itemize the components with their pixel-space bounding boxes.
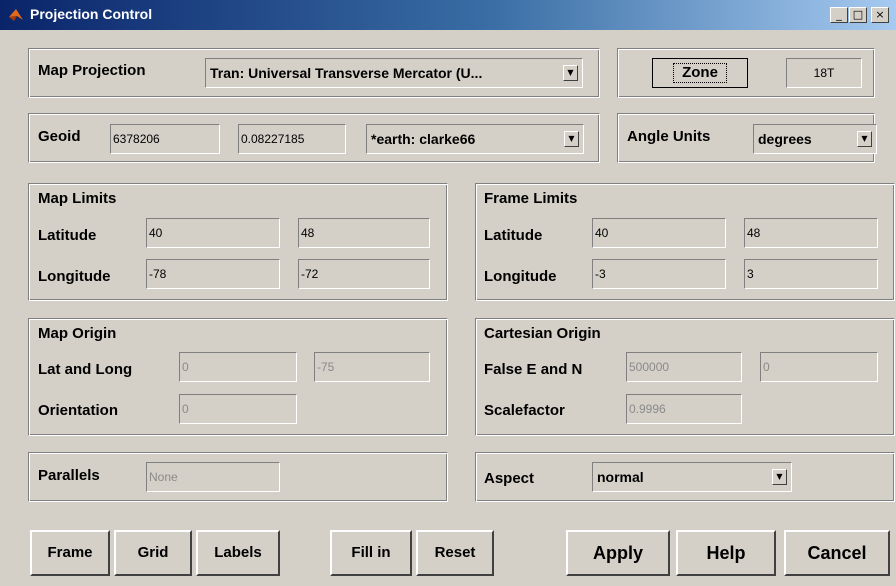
aspect-value: normal [597,469,644,485]
frame-longitude-label: Longitude [484,268,557,285]
zone-field[interactable]: 18T [786,58,862,88]
angle-units-label: Angle Units [627,128,711,145]
projection-control-window: Projection Control _ □ × Map Projection … [0,0,896,586]
zone-button-label: Zone [673,63,727,83]
close-button[interactable]: × [871,7,889,23]
map-latitude-label: Latitude [38,227,97,244]
geoid-eccentricity-field[interactable]: 0.08227185 [238,124,346,154]
dropdown-arrow-icon[interactable]: ▼ [772,469,787,485]
minimize-button[interactable]: _ [830,7,848,23]
cancel-button[interactable]: Cancel [784,530,890,576]
map-lat-min-field[interactable]: 40 [146,218,280,248]
fill-in-button[interactable]: Fill in [330,530,412,576]
scalefactor-field[interactable]: 0.9996 [626,394,742,424]
map-lat-max-field[interactable]: 48 [298,218,430,248]
orientation-field[interactable]: 0 [179,394,297,424]
parallels-field[interactable]: None [146,462,280,492]
frame-lon-max-field[interactable]: 3 [744,259,878,289]
scalefactor-label: Scalefactor [484,402,565,419]
grid-button[interactable]: Grid [114,530,192,576]
dropdown-arrow-icon[interactable]: ▼ [564,131,579,147]
parallels-label: Parallels [38,467,100,484]
origin-long-field[interactable]: -75 [314,352,430,382]
aspect-select[interactable]: normal ▼ [592,462,792,492]
map-projection-value: Tran: Universal Transverse Mercator (U..… [210,65,483,81]
cartesian-origin-title: Cartesian Origin [484,325,601,342]
angle-units-select[interactable]: degrees ▼ [753,124,877,154]
ellipsoid-select[interactable]: *earth: clarke66 ▼ [366,124,584,154]
lat-and-long-label: Lat and Long [38,361,133,378]
map-lon-max-field[interactable]: -72 [298,259,430,289]
frame-limits-title: Frame Limits [484,190,578,207]
dropdown-arrow-icon[interactable]: ▼ [857,131,872,147]
origin-lat-field[interactable]: 0 [179,352,297,382]
matlab-logo-icon [9,9,23,21]
frame-lat-max-field[interactable]: 48 [744,218,878,248]
frame-latitude-label: Latitude [484,227,543,244]
zone-button[interactable]: Zone [652,58,748,88]
title-bar[interactable]: Projection Control _ □ × [0,0,896,30]
map-limits-title: Map Limits [38,190,117,207]
frame-lon-min-field[interactable]: -3 [592,259,726,289]
false-easting-field[interactable]: 500000 [626,352,742,382]
apply-button[interactable]: Apply [566,530,670,576]
aspect-label: Aspect [484,470,535,487]
map-projection-label: Map Projection [38,62,146,79]
geoid-label: Geoid [38,128,81,145]
help-button[interactable]: Help [676,530,776,576]
frame-lat-min-field[interactable]: 40 [592,218,726,248]
map-lon-min-field[interactable]: -78 [146,259,280,289]
labels-button[interactable]: Labels [196,530,280,576]
geoid-semimajor-field[interactable]: 6378206 [110,124,220,154]
false-northing-field[interactable]: 0 [760,352,878,382]
reset-button[interactable]: Reset [416,530,494,576]
false-e-and-n-label: False E and N [484,361,583,378]
map-origin-title: Map Origin [38,325,117,342]
dropdown-arrow-icon[interactable]: ▼ [563,65,578,81]
window-title: Projection Control [30,6,153,22]
ellipsoid-value: *earth: clarke66 [371,131,476,147]
angle-units-value: degrees [758,131,812,147]
map-longitude-label: Longitude [38,268,111,285]
frame-button[interactable]: Frame [30,530,110,576]
map-projection-select[interactable]: Tran: Universal Transverse Mercator (U..… [205,58,583,88]
maximize-button[interactable]: □ [849,7,867,23]
orientation-label: Orientation [38,402,119,419]
